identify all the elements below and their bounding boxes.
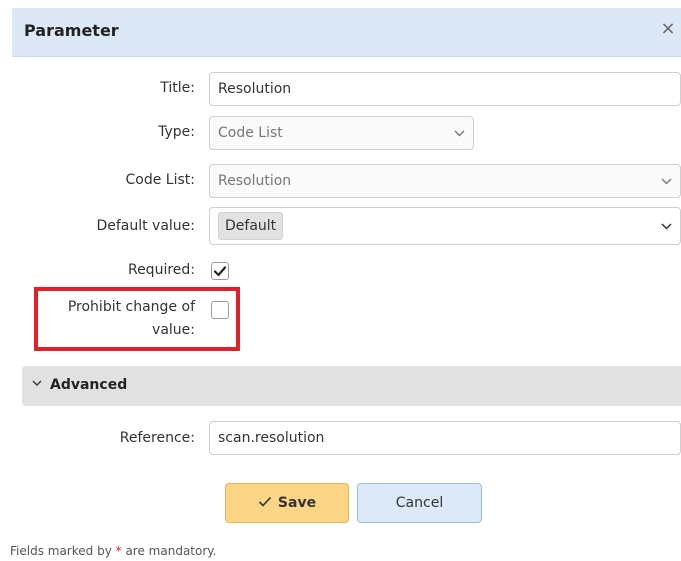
checkmark-icon: [258, 496, 272, 507]
code-list-select[interactable]: Resolution: [209, 164, 681, 198]
dialog-title: Parameter: [24, 21, 119, 40]
type-label: Type:: [158, 124, 195, 140]
highlight-annotation: [34, 287, 240, 351]
prohibit-change-label-line1: Prohibit change of: [67, 299, 195, 315]
default-value-select[interactable]: Default: [209, 207, 681, 245]
required-checkbox[interactable]: [211, 262, 229, 280]
advanced-section-title: Advanced: [50, 377, 128, 393]
reference-input-value: scan.resolution: [218, 430, 325, 446]
advanced-section-header[interactable]: Advanced: [22, 366, 681, 406]
chevron-down-icon: [32, 380, 42, 387]
save-button-label: Save: [277, 495, 317, 511]
cancel-button-label: Cancel: [395, 495, 444, 511]
required-label: Required:: [127, 262, 195, 278]
prohibit-change-label-line2: value:: [152, 322, 195, 338]
note-prefix: Fields marked by: [10, 544, 112, 558]
note-suffix: are mandatory.: [125, 544, 217, 558]
default-value-token: Default: [218, 212, 284, 240]
code-list-select-value: Resolution: [218, 173, 292, 189]
type-select[interactable]: Code List: [209, 116, 474, 150]
reference-label: Reference:: [119, 430, 195, 446]
dialog-header: Parameter ×: [12, 8, 681, 57]
chevron-down-icon: [661, 208, 672, 230]
chevron-down-icon: [661, 165, 672, 185]
title-input-value: Resolution: [218, 81, 292, 97]
code-list-label: Code List:: [125, 172, 195, 188]
chevron-down-icon: [454, 117, 465, 137]
checkmark-icon: [213, 266, 227, 277]
parameter-dialog: Parameter × Title: Resolution Type: Code…: [0, 0, 681, 561]
default-value-label: Default value:: [96, 218, 195, 234]
required-star: *: [115, 544, 122, 558]
title-input[interactable]: Resolution: [209, 72, 681, 106]
cancel-button[interactable]: Cancel: [357, 483, 482, 523]
close-icon[interactable]: ×: [659, 18, 677, 40]
prohibit-change-checkbox[interactable]: [211, 301, 229, 319]
reference-input[interactable]: scan.resolution: [209, 421, 681, 455]
mandatory-fields-note: Fields marked by * are mandatory.: [10, 544, 216, 558]
save-button[interactable]: Save: [225, 483, 349, 523]
title-label: Title:: [160, 80, 195, 96]
type-select-value: Code List: [218, 125, 283, 141]
